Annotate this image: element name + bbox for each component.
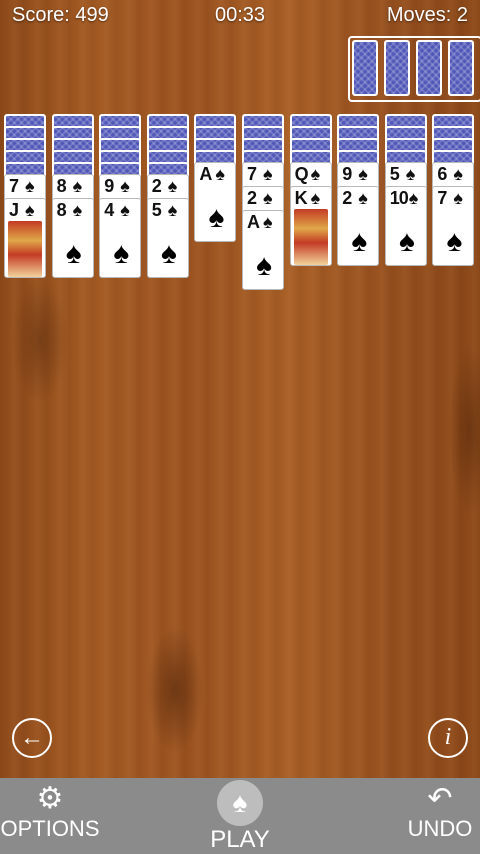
spade-icon: ♠ <box>25 176 35 196</box>
info-icon: i <box>444 724 452 750</box>
stock-card-back[interactable] <box>448 40 474 96</box>
stock-card-back[interactable] <box>384 40 410 96</box>
playing-card[interactable]: 5♠♠ <box>146 198 189 278</box>
spade-icon: ♠ <box>215 164 225 184</box>
card-index: A <box>247 212 260 232</box>
spade-icon: ♠ <box>398 225 415 258</box>
spade-icon: ♠ <box>453 164 463 184</box>
card-index: Q <box>294 164 309 184</box>
spade-icon: ♠ <box>208 201 225 234</box>
spade-icon: ♠ <box>263 188 273 208</box>
spade-icon: ♠ <box>310 164 321 184</box>
spade-icon: ♠ <box>358 188 368 208</box>
spade-icon: ♠ <box>72 200 83 220</box>
card-index: 7 <box>247 164 257 184</box>
undo-label: UNDO <box>407 816 473 841</box>
back-button[interactable]: ← <box>12 718 52 758</box>
card-index: K <box>294 188 308 208</box>
face-card-portrait-icon <box>293 209 328 265</box>
moves-label: Moves: 2 <box>386 4 468 26</box>
spade-icon: ♠ <box>446 225 463 258</box>
spade-icon: ♠ <box>263 212 273 232</box>
play-label: PLAY <box>210 826 270 853</box>
spade-icon: ♠ <box>167 176 178 196</box>
card-index: A <box>199 164 212 184</box>
card-index: 5 <box>151 200 162 220</box>
card-index: 9 <box>342 164 352 184</box>
spade-icon: ♠ <box>120 200 130 220</box>
options-label: OPTIONS <box>0 816 100 841</box>
card-index: J <box>9 200 19 220</box>
card-index: 7 <box>9 176 19 196</box>
card-index: 5 <box>389 164 400 184</box>
spade-icon: ♠ <box>25 200 35 220</box>
card-index: 8 <box>56 176 67 196</box>
info-button[interactable]: i <box>428 718 468 758</box>
spade-icon: ♠ <box>408 188 419 208</box>
playing-card[interactable]: 7 ♠ ♠ <box>432 186 475 266</box>
gear-icon: ⚙ <box>36 782 64 815</box>
stock-card-back[interactable] <box>416 40 442 96</box>
playing-card[interactable]: 4 ♠ ♠ <box>99 198 142 278</box>
card-index: 2 <box>151 176 162 196</box>
playing-card[interactable]: J ♠ <box>4 198 46 278</box>
spade-icon: ♠ <box>405 164 416 184</box>
spade-icon: ♠ <box>310 188 321 208</box>
face-card-portrait-icon <box>8 221 42 277</box>
arrow-left-icon: ← <box>20 724 44 751</box>
spade-icon: ♠ <box>217 780 263 826</box>
card-index: 2 <box>342 188 352 208</box>
spade-icon: ♠ <box>72 176 83 196</box>
playing-card[interactable]: A ♠ ♠ <box>242 210 284 290</box>
play-button[interactable]: ♠ PLAY <box>188 778 292 854</box>
spade-icon: ♠ <box>263 164 273 184</box>
options-button[interactable]: ⚙ OPTIONS <box>0 782 100 842</box>
undo-button[interactable]: ↶ UNDO <box>400 782 480 842</box>
card-index: 9 <box>104 176 114 196</box>
card-index: 6 <box>437 164 447 184</box>
playing-card[interactable]: 10 ♠ ♠ <box>384 186 427 266</box>
spade-icon: ♠ <box>160 237 177 270</box>
spade-icon: ♠ <box>65 237 82 270</box>
card-index: 4 <box>104 200 114 220</box>
spade-icon: ♠ <box>120 176 130 196</box>
spade-icon: ♠ <box>453 188 463 208</box>
spade-icon: ♠ <box>351 225 368 258</box>
spade-icon: ♠ <box>113 237 130 270</box>
spade-icon: ♠ <box>167 200 178 220</box>
undo-icon: ↶ <box>427 782 453 815</box>
spade-icon: ♠ <box>358 164 368 184</box>
playing-card[interactable]: 2 ♠ ♠ <box>337 186 380 266</box>
stock-card-back[interactable] <box>352 40 378 96</box>
bottom-toolbar: ⚙ OPTIONS ♠ PLAY ↶ UNDO <box>0 778 480 854</box>
card-index: 10 <box>389 188 409 208</box>
playing-card[interactable]: 8♠♠ <box>51 198 94 278</box>
card-index: 2 <box>247 188 257 208</box>
playing-card[interactable]: K ♠ <box>289 186 332 266</box>
card-index: 7 <box>437 188 447 208</box>
spade-icon: ♠ <box>256 249 272 282</box>
card-index: 8 <box>56 200 67 220</box>
playing-card[interactable]: A ♠ ♠ <box>194 162 237 242</box>
stock-pile[interactable] <box>348 36 480 102</box>
